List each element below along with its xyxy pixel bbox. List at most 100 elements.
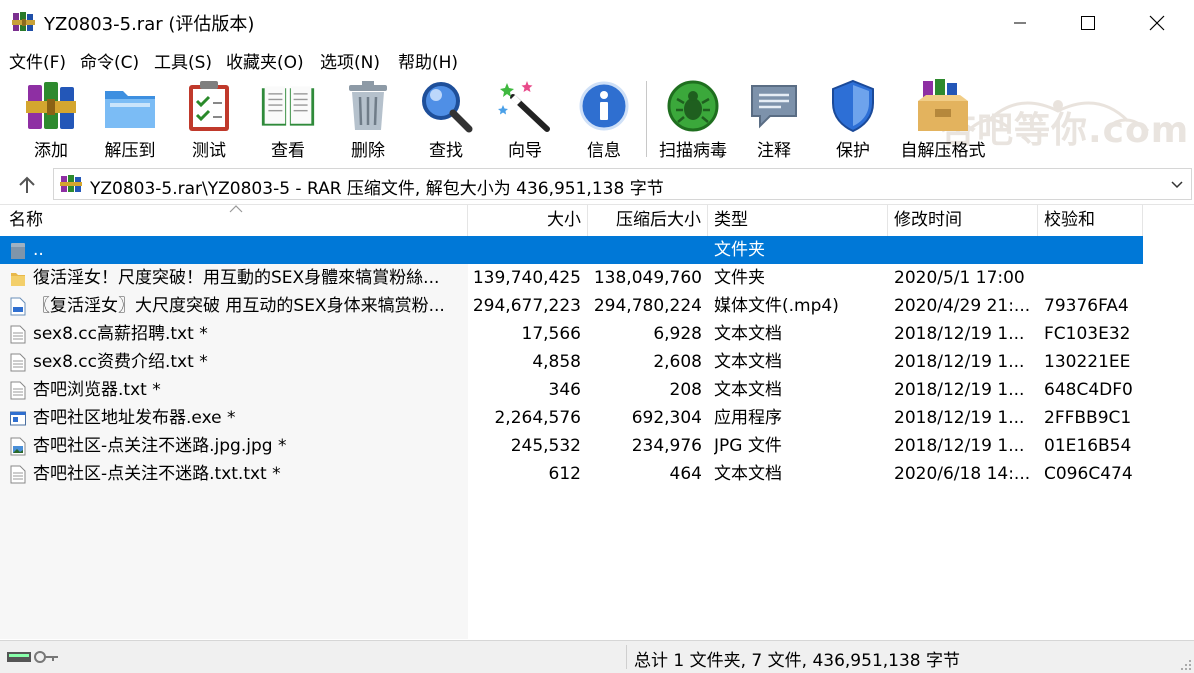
address-path-dropdown[interactable]: YZ0803-5.rar\YZ0803-5 - RAR 压缩文件, 解包大小为 …: [53, 168, 1192, 200]
file-crc: 01E16B54: [1044, 436, 1132, 456]
toolbar-view-button[interactable]: 查看: [256, 77, 320, 161]
toolbar-info-label: 信息: [587, 141, 621, 161]
open-book-icon: [261, 85, 315, 126]
toolbar-add-button[interactable]: 添加: [23, 77, 79, 161]
file-name: sex8.cc资费介绍.txt *: [33, 352, 208, 372]
status-divider: [626, 645, 627, 669]
file-type: 应用程序: [714, 408, 782, 428]
menu-commands[interactable]: 命令(C): [80, 48, 139, 73]
file-type: 文本文档: [714, 464, 782, 484]
text-file-icon: [10, 381, 26, 400]
minimize-button[interactable]: [987, 0, 1053, 45]
file-row[interactable]: .. 文件夹: [0, 236, 1143, 264]
file-type: 文件夹: [714, 240, 765, 260]
arrow-up-icon: [19, 176, 35, 193]
toolbar-separator: [646, 81, 647, 157]
file-type: JPG 文件: [714, 436, 782, 456]
toolbar-wizard-button[interactable]: 向导: [497, 77, 553, 161]
file-size: [468, 236, 581, 264]
text-file-icon: [10, 325, 26, 344]
menu-file[interactable]: 文件(F): [9, 48, 66, 73]
toolbar-find-button[interactable]: 查找: [418, 77, 474, 161]
file-row[interactable]: 〖复活淫女〗大尺度突破 用互动的SEX身体来犒赏粉... 294,677,223 2…: [0, 292, 1143, 320]
virus-scan-icon: [667, 80, 719, 131]
status-bar: 总计 1 文件夹, 7 文件, 436,951,138 字节: [0, 640, 1194, 673]
maximize-button[interactable]: [1055, 0, 1121, 45]
menu-help[interactable]: 帮助(H): [398, 48, 458, 73]
drive-key-icon: [7, 651, 58, 663]
file-size: 612: [548, 464, 581, 484]
file-row[interactable]: 杏吧浏览器.txt * 346 208 文本文档 2018/12/19 1... 648C…: [0, 376, 1143, 404]
column-header-packed[interactable]: 压缩后大小: [588, 205, 708, 236]
toolbar-virus-scan-button[interactable]: 扫描病毒: [656, 77, 730, 161]
file-size: 294,677,223: [472, 296, 581, 316]
file-packed-size: 294,780,224: [593, 296, 702, 316]
toolbar-view-label: 查看: [271, 141, 305, 161]
resize-grip-icon[interactable]: [1180, 659, 1192, 671]
minimize-icon: [1014, 22, 1026, 23]
menu-favorites[interactable]: 收藏夹(O): [226, 48, 304, 73]
toolbar-info-button[interactable]: 信息: [576, 77, 632, 161]
file-row[interactable]: sex8.cc高薪招聘.txt * 17,566 6,928 文本文档 2018/12/…: [0, 320, 1143, 348]
file-modified: 2018/12/19 1...: [894, 408, 1025, 428]
winrar-app-icon: [12, 12, 35, 31]
file-row[interactable]: 復活淫女！尺度突破！用互動的SEX身體來犒賞粉絲... 139,740,425 13…: [0, 264, 1143, 292]
file-crc: 648C4DF0: [1044, 380, 1133, 400]
file-list: 名称 大小 压缩后大小 类型 修改时间 校验和 .. 文件夹復活淫女！尺度突破！用…: [0, 204, 1194, 639]
books-add-icon: [26, 81, 76, 129]
magnifier-icon: [422, 81, 473, 132]
title-bar: YZ0803-5.rar (评估版本): [0, 0, 1194, 45]
folder-icon: [11, 273, 25, 286]
toolbar-protect-button[interactable]: 保护: [825, 77, 881, 161]
toolbar-test-button[interactable]: 测试: [183, 77, 235, 161]
up-level-button[interactable]: [8, 172, 46, 198]
file-modified: 2018/12/19 1...: [894, 436, 1025, 456]
file-crc: FC103E32: [1044, 324, 1131, 344]
file-size: 139,740,425: [472, 268, 581, 288]
menu-tools[interactable]: 工具(S): [154, 48, 212, 73]
file-row[interactable]: sex8.cc资费介绍.txt * 4,858 2,608 文本文档 2018/12/1…: [0, 348, 1143, 376]
file-crc: 130221EE: [1044, 352, 1131, 372]
column-header-type[interactable]: 类型: [708, 205, 888, 236]
file-list-header: 名称 大小 压缩后大小 类型 修改时间 校验和: [0, 205, 1194, 236]
toolbar-delete-button[interactable]: 删除: [342, 77, 394, 161]
file-name: 〖复活淫女〗大尺度突破 用互动的SEX身体来犒赏粉...: [33, 296, 445, 316]
menu-options[interactable]: 选项(N): [320, 48, 380, 73]
file-type: 媒体文件(.mp4): [714, 296, 839, 316]
file-crc: 79376FA4: [1044, 296, 1129, 316]
file-name: ..: [33, 240, 44, 260]
comment-icon: [751, 84, 797, 128]
file-packed-size: 2,608: [653, 352, 702, 372]
sort-ascending-icon: [229, 205, 243, 213]
file-type: 文本文档: [714, 324, 782, 344]
file-row[interactable]: 杏吧社区地址发布器.exe * 2,264,576 692,304 应用程序 2018/…: [0, 404, 1143, 432]
chevron-down-icon: [1171, 181, 1183, 189]
file-name: sex8.cc高薪招聘.txt *: [33, 324, 208, 344]
file-modified: 2020/6/18 14:...: [894, 464, 1031, 484]
folder-extract-icon: [105, 90, 155, 128]
toolbar-sfx-button[interactable]: 自解压格式: [897, 77, 989, 161]
rar-archive-icon: [60, 175, 82, 192]
file-packed-size: 208: [669, 380, 702, 400]
toolbar-test-label: 测试: [192, 141, 226, 161]
trash-can-icon: [349, 80, 387, 130]
file-packed-size: 138,049,760: [593, 268, 702, 288]
column-header-modified[interactable]: 修改时间: [888, 205, 1038, 236]
column-header-size[interactable]: 大小: [468, 205, 588, 236]
column-header-crc[interactable]: 校验和: [1038, 205, 1143, 236]
file-row[interactable]: 杏吧社区-点关注不迷路.txt.txt * 612 464 文本文档 2020/6/18…: [0, 460, 1143, 488]
file-name: 杏吧浏览器.txt *: [33, 380, 161, 400]
toolbar-comment-button[interactable]: 注释: [746, 77, 802, 161]
file-modified: 2020/5/1 17:00: [894, 268, 1025, 288]
file-packed-size: 234,976: [631, 436, 702, 456]
toolbar-extract-label: 解压到: [104, 141, 156, 161]
toolbar-extract-button[interactable]: 解压到: [100, 77, 160, 161]
toolbar: 杏吧等你.com 添加 解压到 测试 查看 删除 查找 向导 信息 扫描病毒 注…: [0, 75, 1194, 165]
parent-folder-icon: [11, 243, 25, 259]
close-button[interactable]: [1124, 0, 1190, 45]
clipboard-test-icon: [189, 80, 229, 131]
exe-file-icon: [10, 411, 26, 426]
file-size: 4,858: [532, 352, 581, 372]
toolbar-wizard-label: 向导: [508, 141, 542, 161]
file-row[interactable]: 杏吧社区-点关注不迷路.jpg.jpg * 245,532 234,976 JPG 文…: [0, 432, 1143, 460]
